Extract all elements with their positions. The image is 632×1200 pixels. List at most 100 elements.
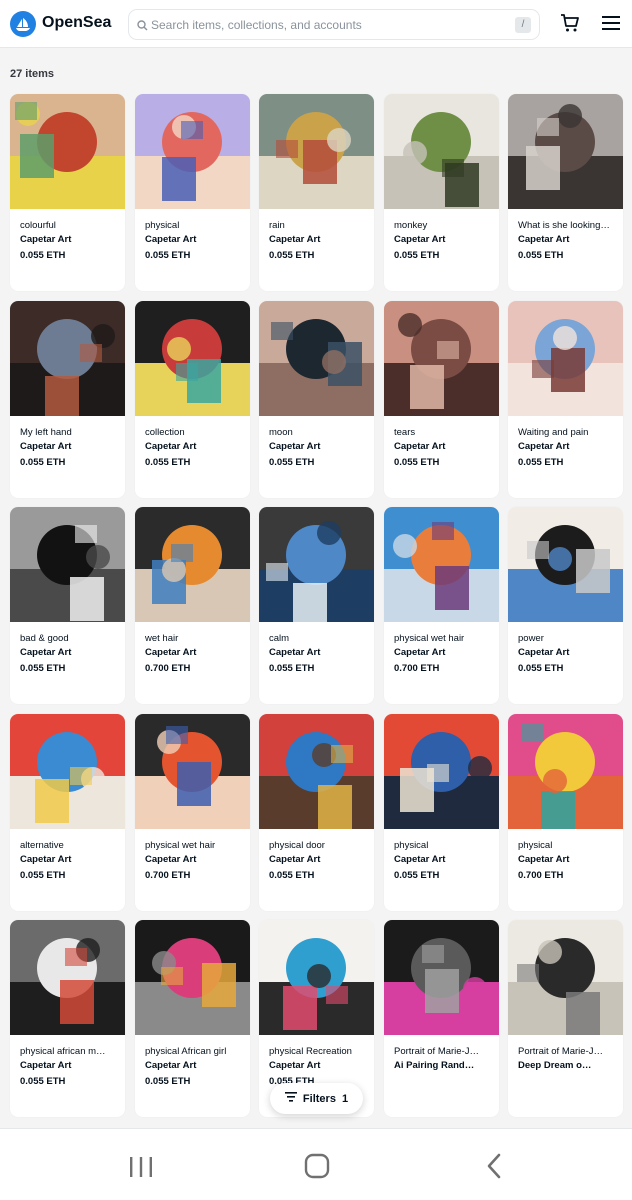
item-card[interactable]: physical African girl Capetar Art 0.055 ET… [135,920,250,1117]
item-collection[interactable]: Capetar Art [518,854,616,865]
item-card[interactable]: My left hand Capetar Art 0.055 ETH [10,301,125,498]
item-name: calm [269,633,290,644]
item-card[interactable]: monkey Capetar Art 0.055 ETH [384,94,499,291]
item-card[interactable]: physical african m… Capetar Art 0.055 ETH [10,920,125,1117]
item-artwork-image[interactable] [384,507,499,622]
item-collection[interactable]: Capetar Art [394,854,492,865]
item-collection[interactable]: Capetar Art [394,647,492,658]
filters-button[interactable]: Filters 1 [270,1083,363,1114]
item-name: bad & good [20,633,69,644]
item-card[interactable]: physical wet hair Capetar Art 0.700 ETH [384,507,499,704]
item-collection[interactable]: Capetar Art [20,854,118,865]
item-artwork-image[interactable] [384,714,499,829]
item-collection[interactable]: Capetar Art [518,441,616,452]
item-collection[interactable]: Capetar Art [394,234,492,245]
item-artwork-image[interactable] [384,94,499,209]
item-collection[interactable]: Capetar Art [518,234,616,245]
item-collection[interactable]: Capetar Art [269,441,367,452]
item-artwork-image[interactable] [259,301,374,416]
recent-apps-icon[interactable] [128,1155,154,1184]
item-artwork-image[interactable] [10,301,125,420]
cart-icon[interactable] [560,13,580,38]
item-collection[interactable]: Capetar Art [269,1060,367,1071]
item-collection[interactable]: Capetar Art [145,647,243,658]
item-name: alternative [20,840,64,851]
item-card[interactable]: wet hair Capetar Art 0.700 ETH [135,507,250,704]
filter-icon [284,1092,297,1105]
brand-name[interactable]: OpenSea [42,14,111,32]
opensea-logo-icon[interactable] [10,11,36,37]
item-artwork-image[interactable] [259,94,374,209]
item-artwork-image[interactable] [508,714,623,835]
item-artwork-image[interactable] [259,507,374,627]
item-card[interactable]: collection Capetar Art 0.055 ETH [135,301,250,498]
item-card[interactable]: physical door Capetar Art 0.055 ETH [259,714,374,911]
item-collection[interactable]: Capetar Art [269,647,367,658]
item-card[interactable]: rain Capetar Art 0.055 ETH [259,94,374,291]
item-collection[interactable]: Capetar Art [269,854,367,865]
item-artwork-image[interactable] [508,94,623,209]
item-artwork-image[interactable] [508,920,623,1036]
item-card[interactable]: physical Capetar Art 0.055 ETH [135,94,250,291]
item-artwork-image[interactable] [384,920,499,1035]
item-artwork-image[interactable] [259,920,374,1035]
search-placeholder: Search items, collections, and accounts [151,18,362,32]
item-collection[interactable]: Capetar Art [394,441,492,452]
item-card[interactable]: Portrait of Marie-J… Deep Dream o… [508,920,623,1117]
item-collection[interactable]: Capetar Art [269,234,367,245]
item-card[interactable]: alternative Capetar Art 0.055 ETH [10,714,125,911]
item-collection[interactable]: Capetar Art [145,234,243,245]
item-artwork-image[interactable] [10,714,125,829]
item-price: 0.055 ETH [394,250,440,261]
item-card[interactable]: What is she looking… Capetar Art 0.055 ETH [508,94,623,291]
item-card[interactable]: Portrait of Marie-J… Ai Pairing Rand… [384,920,499,1117]
item-card[interactable]: physical Capetar Art 0.700 ETH [508,714,623,911]
item-price: 0.055 ETH [145,250,191,261]
item-collection[interactable]: Capetar Art [518,647,616,658]
item-artwork-image[interactable] [10,94,125,209]
item-card[interactable]: colourful Capetar Art 0.055 ETH [10,94,125,291]
item-price: 0.055 ETH [394,870,440,881]
item-name: Waiting and pain [518,427,589,438]
item-name: physical wet hair [145,840,216,851]
item-card[interactable]: tears Capetar Art 0.055 ETH [384,301,499,498]
item-collection[interactable]: Ai Pairing Rand… [394,1060,492,1071]
item-price: 0.700 ETH [518,870,564,881]
item-artwork-image[interactable] [10,507,125,622]
item-name: power [518,633,544,644]
item-collection[interactable]: Capetar Art [145,854,243,865]
item-collection[interactable]: Capetar Art [145,1060,243,1071]
item-artwork-image[interactable] [135,920,250,1035]
item-card[interactable]: physical wet hair Capetar Art 0.700 ETH [135,714,250,911]
search-input[interactable]: Search items, collections, and accounts … [128,9,540,40]
item-name: physical wet hair [394,633,465,644]
menu-icon[interactable] [602,15,620,36]
item-collection[interactable]: Deep Dream o… [518,1060,616,1071]
item-artwork-image[interactable] [384,301,499,416]
item-card[interactable]: bad & good Capetar Art 0.055 ETH [10,507,125,704]
item-artwork-image[interactable] [135,301,250,416]
item-artwork-image[interactable] [508,301,623,416]
home-icon[interactable] [304,1153,330,1184]
item-artwork-image[interactable] [135,94,250,209]
item-collection[interactable]: Capetar Art [145,441,243,452]
item-card[interactable]: calm Capetar Art 0.055 ETH [259,507,374,704]
item-card[interactable]: Waiting and pain Capetar Art 0.055 ETH [508,301,623,498]
item-collection[interactable]: Capetar Art [20,647,118,658]
item-artwork-image[interactable] [135,714,250,829]
item-card[interactable]: power Capetar Art 0.055 ETH [508,507,623,704]
item-artwork-image[interactable] [259,714,374,829]
item-name: colourful [20,220,56,231]
item-artwork-image[interactable] [10,920,125,1035]
search-icon [137,18,148,36]
item-artwork-image[interactable] [135,507,250,622]
item-collection[interactable]: Capetar Art [20,234,118,245]
back-icon[interactable] [484,1153,504,1184]
item-price: 0.055 ETH [269,457,315,468]
item-collection[interactable]: Capetar Art [20,441,118,452]
item-card[interactable]: moon Capetar Art 0.055 ETH [259,301,374,498]
item-price: 0.055 ETH [145,1076,191,1087]
item-collection[interactable]: Capetar Art [20,1060,118,1071]
item-card[interactable]: physical Capetar Art 0.055 ETH [384,714,499,911]
item-artwork-image[interactable] [508,507,623,622]
